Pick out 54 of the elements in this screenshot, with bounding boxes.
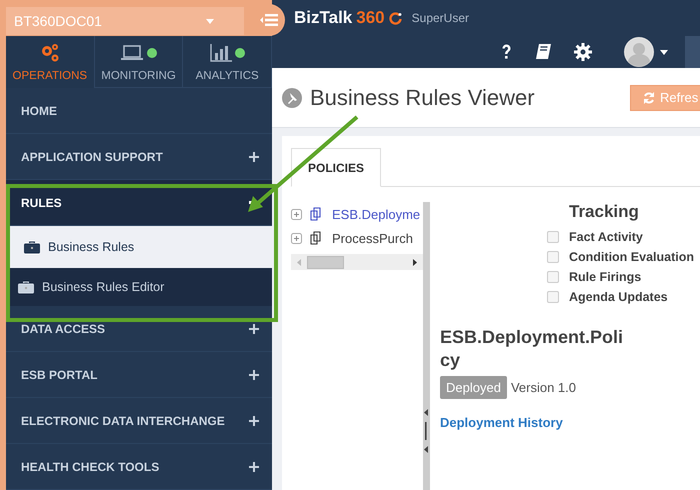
expand-icon[interactable] (291, 208, 302, 220)
user-role: SuperUser (412, 11, 469, 25)
menu-icon (260, 14, 278, 26)
menu-item[interactable]: ELECTRONIC DATA INTERCHANGE (6, 398, 272, 444)
menu-item[interactable]: ESB PORTAL (6, 352, 272, 398)
plus-icon (249, 152, 259, 162)
refresh-icon (643, 92, 655, 104)
nav-tab[interactable]: MONITORING (94, 36, 184, 88)
help-icon[interactable] (501, 44, 512, 60)
plus-icon (249, 416, 259, 426)
page-title: Business Rules Viewer (310, 84, 536, 110)
deployment-history-link[interactable]: Deployment History (440, 414, 700, 430)
bar-chart-icon (210, 44, 232, 62)
splitter-bar[interactable] (423, 202, 430, 490)
avatar-icon[interactable] (624, 37, 654, 67)
policies-tab[interactable]: POLICIES (291, 148, 382, 187)
checkbox-label: Fact Activity (569, 230, 643, 244)
checkbox[interactable] (547, 231, 559, 243)
pin-icon (282, 88, 302, 108)
briefcase-icon (18, 280, 34, 294)
plus-icon (249, 462, 259, 472)
menu-item[interactable]: DATA ACCESS (6, 306, 272, 352)
checkbox[interactable] (547, 271, 559, 283)
status-dot (234, 48, 245, 58)
expand-icon[interactable] (291, 232, 302, 244)
version-label: Version 1.0 (510, 380, 576, 395)
checkbox-label: Rule Firings (569, 270, 642, 284)
checkbox[interactable] (547, 251, 559, 263)
plus-icon (249, 324, 259, 334)
horizontal-scrollbar[interactable] (291, 254, 423, 270)
briefcase-icon (24, 240, 40, 254)
ring-logo-icon (388, 12, 402, 24)
caret-icon (206, 18, 214, 24)
policy-tree-item[interactable]: ESB.Deployme (332, 206, 420, 222)
laptop-icon (120, 44, 144, 61)
brand-name: BizTalk (294, 8, 352, 28)
menu-item[interactable]: HEALTH CHECK TOOLS (6, 444, 272, 490)
checkbox-label: Agenda Updates (569, 290, 668, 304)
splitter-handle-icon[interactable] (424, 409, 429, 453)
checkbox[interactable] (547, 291, 559, 303)
scroll-right-icon[interactable] (413, 258, 417, 266)
nav-tab[interactable]: OPERATIONS (6, 36, 95, 88)
status-badge: Deployed (440, 376, 507, 399)
brand-version: 360 (356, 8, 385, 28)
status-dot (147, 48, 157, 58)
tracking-heading: Tracking (569, 202, 640, 222)
toolbar-panel (685, 36, 700, 68)
book-icon[interactable] (534, 43, 552, 61)
plus-icon (249, 370, 259, 380)
checkbox-label: Condition Evaluation (569, 250, 694, 264)
policy-tree-item[interactable]: ProcessPurch (332, 230, 413, 246)
settings-icon[interactable] (574, 43, 592, 61)
policy-name: ESB.Deployment.Policy (440, 326, 624, 372)
caret-icon[interactable] (660, 50, 668, 54)
